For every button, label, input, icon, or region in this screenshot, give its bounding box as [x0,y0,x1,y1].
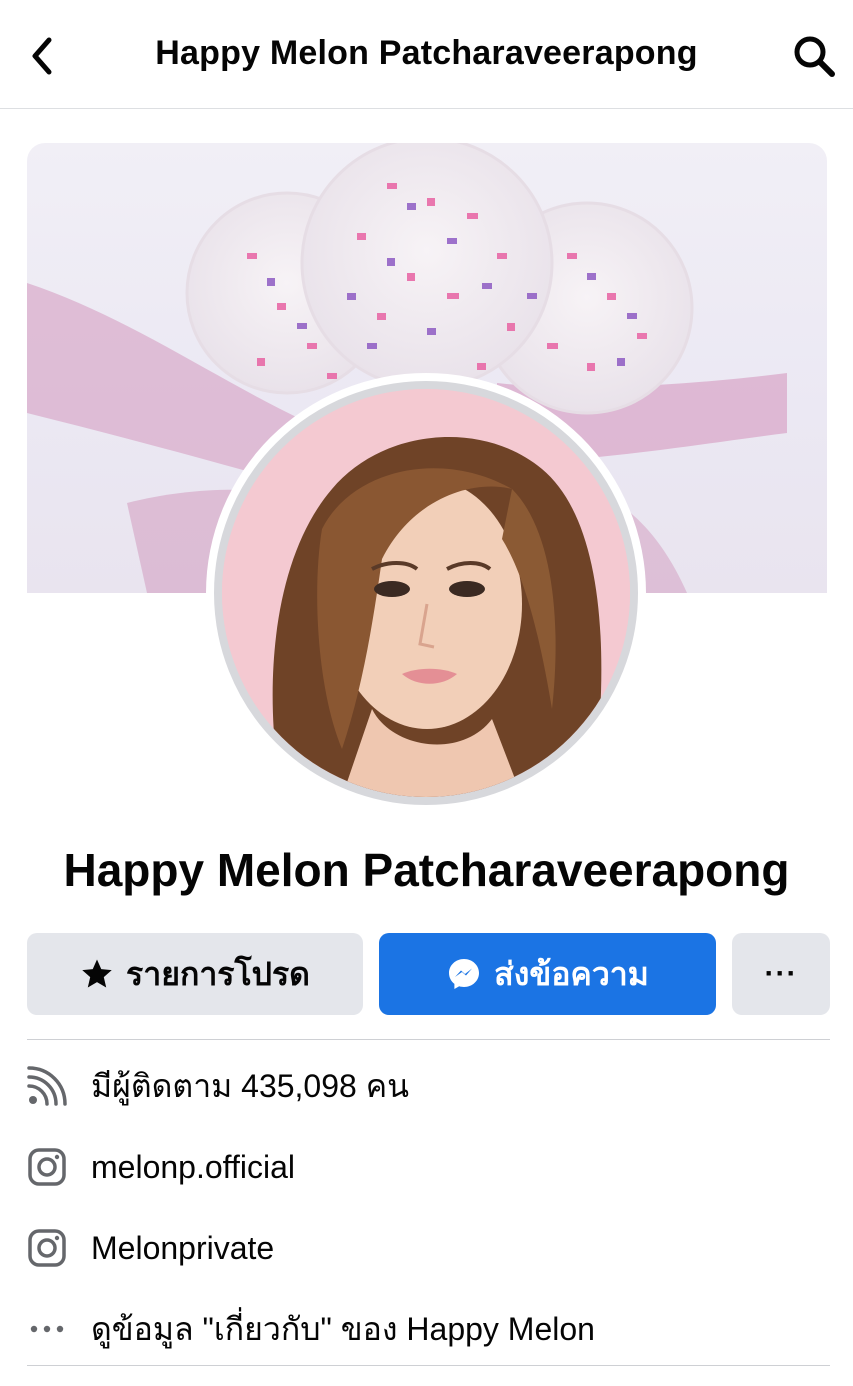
star-icon [82,959,112,988]
followers-row: มีผู้ติดตาม 435,098 คน [27,1056,830,1116]
instagram-row-2[interactable]: Melonprivate [27,1218,830,1278]
divider-bottom [27,1365,830,1366]
message-button[interactable]: ส่งข้อความ [379,933,716,1015]
profile-name: Happy Melon Patcharaveerapong [63,844,790,896]
search-icon [794,36,835,77]
rss-feed-icon [27,1066,67,1106]
instagram-link-2[interactable]: Melonprivate [91,1230,274,1267]
search-button[interactable] [790,32,838,80]
more-dots-icon [30,1325,64,1333]
top-bar: Happy Melon Patcharaveerapong [0,0,853,109]
page-title: Happy Melon Patcharaveerapong [155,34,698,72]
messenger-icon [449,959,480,989]
page: Happy Melon Patcharaveerapong Happy Melo… [0,0,853,1386]
instagram-row-1[interactable]: melonp.official [27,1137,830,1197]
about-link[interactable]: ดูข้อมูล "เกี่ยวกับ" ของ Happy Melon [91,1304,595,1355]
profile-picture[interactable] [206,373,646,813]
action-buttons: รายการโปรด ส่งข้อความ ··· [27,933,830,1015]
avatar [214,381,638,805]
about-row[interactable]: ดูข้อมูล "เกี่ยวกับ" ของ Happy Melon [27,1299,830,1359]
chevron-left-icon [32,37,52,75]
instagram-link-1[interactable]: melonp.official [91,1149,295,1186]
favorite-button[interactable]: รายการโปรด [27,933,363,1015]
favorite-label: รายการโปรด [126,955,310,992]
more-dots-icon: ··· [764,957,798,990]
back-button[interactable] [22,34,62,78]
more-button[interactable]: ··· [732,933,830,1015]
instagram-icon [28,1148,66,1186]
instagram-icon [28,1229,66,1267]
followers-count: มีผู้ติดตาม 435,098 คน [91,1067,409,1104]
message-label: ส่งข้อความ [494,955,649,992]
divider-top [27,1039,830,1040]
